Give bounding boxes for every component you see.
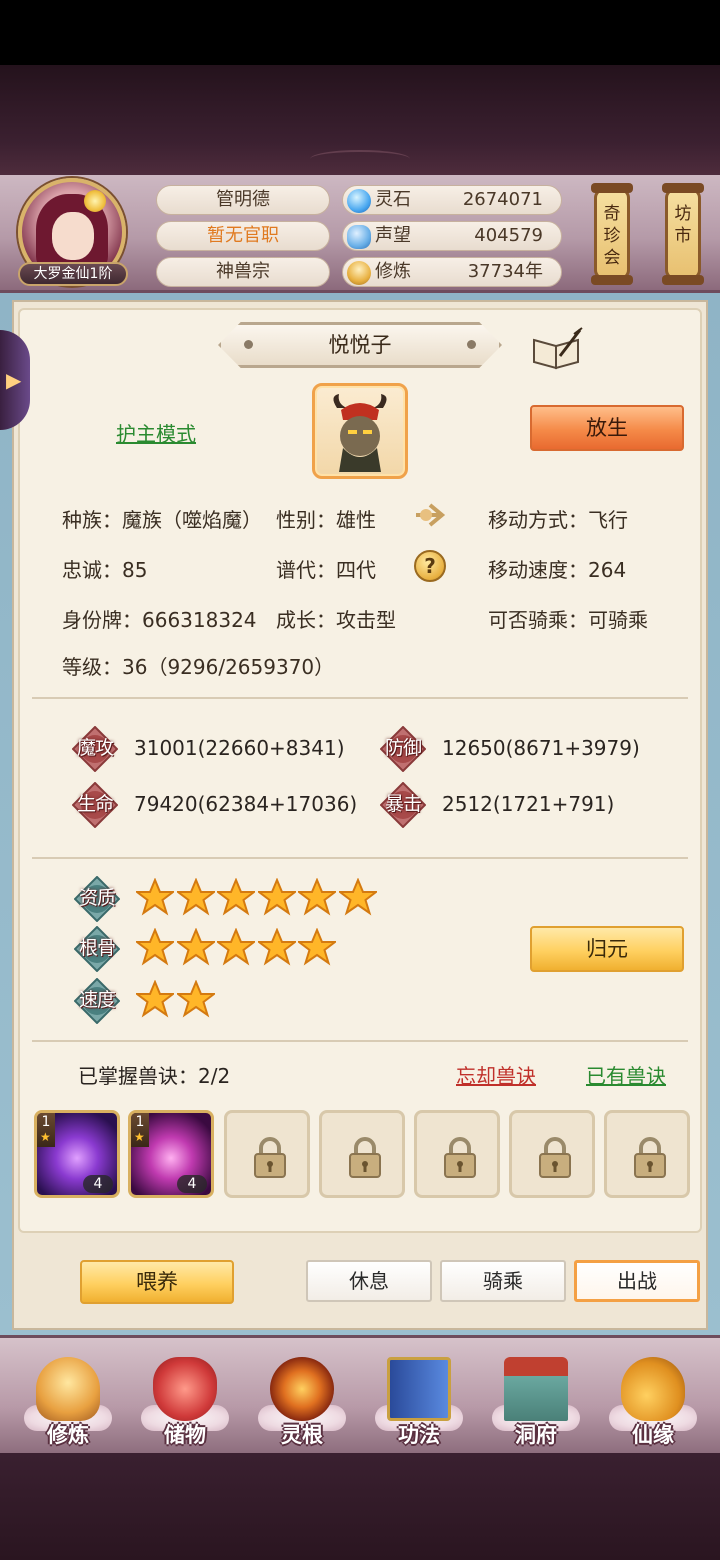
reputation-icon: [347, 225, 371, 249]
forget-skill-link[interactable]: 忘却兽诀: [456, 1060, 536, 1089]
pet-race: 种族：魔族（噬焰魔）: [62, 508, 262, 532]
return-origin-button[interactable]: 归元: [530, 926, 684, 972]
pet-name-title: 悦悦子: [218, 322, 502, 368]
divider: [32, 1040, 688, 1042]
pet-loyalty: 忠诚：85: [62, 558, 148, 582]
official-post: 暂无官职: [156, 221, 330, 251]
ride-button[interactable]: 骑乘: [440, 1260, 566, 1302]
guard-mode-link[interactable]: 护主模式: [116, 418, 196, 447]
rest-button[interactable]: 休息: [306, 1260, 432, 1302]
star-icon: [136, 928, 174, 966]
treasure-fair-lantern[interactable]: 奇珍会: [591, 183, 633, 285]
pet-move-type: 移动方式：飞行: [488, 508, 628, 532]
bottom-band: [0, 1453, 720, 1560]
help-icon[interactable]: ?: [414, 550, 446, 582]
pet-id-tag: 身份牌：666318324: [62, 608, 257, 632]
player-sect: 神兽宗: [156, 257, 330, 287]
rank-badge: 大罗金仙1阶: [18, 262, 128, 286]
locked-skill-slot[interactable]: [604, 1110, 690, 1198]
pet-level: 等级：36（9296/2659370）: [62, 655, 335, 679]
star-icon: [257, 928, 296, 966]
star-icon: [136, 980, 174, 1018]
locked-skill-slot[interactable]: [509, 1110, 595, 1198]
feed-button[interactable]: 喂养: [80, 1260, 234, 1304]
status-bar: [0, 0, 720, 65]
critical-value: 2512(1721+791): [442, 792, 615, 816]
owned-skills-link[interactable]: 已有兽诀: [586, 1060, 666, 1089]
star-icon: [217, 928, 255, 966]
star-icon: [257, 878, 296, 916]
divider: [32, 697, 688, 699]
spirit-root-icon: [270, 1357, 334, 1421]
star-icon: [338, 878, 377, 916]
star-icon: [217, 878, 255, 916]
cultivation-icon: [347, 261, 371, 285]
aptitude-badge: 资质: [74, 876, 120, 922]
resource-reputation: 声望 404579: [342, 221, 562, 251]
immortal-fate-icon: [621, 1357, 685, 1421]
star-icon: [176, 928, 215, 966]
star-icon: [136, 878, 174, 916]
nav-storage[interactable]: 储物: [135, 1345, 235, 1450]
locked-skill-slot[interactable]: [224, 1110, 310, 1198]
nav-technique[interactable]: 功法: [369, 1345, 469, 1450]
locked-skill-slot[interactable]: [414, 1110, 500, 1198]
defense-value: 12650(8671+3979): [442, 736, 640, 760]
lock-icon: [349, 1137, 381, 1178]
nav-immortal-fate[interactable]: 仙缘: [603, 1345, 703, 1450]
pet-portrait[interactable]: [312, 383, 408, 479]
cultivate-icon: [36, 1357, 100, 1421]
battle-button[interactable]: 出战: [574, 1260, 700, 1302]
star-icon: [176, 980, 215, 1018]
player-name: 管明德: [156, 185, 330, 215]
skill-slot-2[interactable]: 1 ★ 4: [128, 1110, 214, 1198]
pet-gender: 性别：雄性: [276, 508, 376, 532]
magic-attack-badge: 魔攻: [72, 726, 118, 772]
pet-move-speed: 移动速度：264: [488, 558, 627, 582]
nav-cave-dwelling[interactable]: 洞府: [486, 1345, 586, 1450]
lock-icon: [254, 1137, 286, 1178]
gender-arrow-icon[interactable]: [412, 500, 446, 530]
nav-cultivate[interactable]: 修炼: [18, 1345, 118, 1450]
pet-manual-book-icon[interactable]: [530, 326, 584, 370]
spirit-stone-icon: [347, 189, 371, 213]
star-icon: ★: [134, 1130, 145, 1144]
market-lantern[interactable]: 坊市: [662, 183, 704, 285]
pet-growth: 成长：攻击型: [276, 608, 396, 632]
star-icon: [298, 928, 336, 966]
arrow-right-icon: ▶: [6, 368, 22, 392]
skill-slot-1[interactable]: 1 ★ 4: [34, 1110, 120, 1198]
pet-generation: 谱代：四代: [276, 558, 376, 582]
lock-icon: [539, 1137, 571, 1178]
star-icon: ★: [40, 1130, 51, 1144]
health-badge: 生命: [72, 782, 118, 828]
cave-dwelling-icon: [504, 1357, 568, 1421]
lock-icon: [634, 1137, 666, 1178]
constitution-badge: 根骨: [74, 926, 120, 972]
top-decoration: [0, 65, 720, 175]
locked-skill-slot[interactable]: [319, 1110, 405, 1198]
resource-cultivation: 修炼 37734年: [342, 257, 562, 287]
resource-spirit-stone: 灵石 2674071: [342, 185, 562, 215]
technique-book-icon: [387, 1357, 451, 1421]
nav-spirit-root[interactable]: 灵根: [252, 1345, 352, 1450]
pet-rideable: 可否骑乘：可骑乘: [488, 608, 648, 632]
critical-badge: 暴击: [380, 782, 426, 828]
side-expand-tab[interactable]: ▶: [0, 330, 30, 430]
health-value: 79420(62384+17036): [134, 792, 358, 816]
star-icon: [298, 878, 336, 916]
skills-learned-count: 已掌握兽诀：2/2: [78, 1064, 231, 1088]
demon-pet-icon: [333, 394, 387, 472]
star-icon: [176, 878, 215, 916]
lock-icon: [444, 1137, 476, 1178]
storage-bag-icon: [153, 1357, 217, 1421]
release-button[interactable]: 放生: [530, 405, 684, 451]
speed-badge: 速度: [74, 978, 120, 1024]
divider: [32, 857, 688, 859]
magic-attack-value: 31001(22660+8341): [134, 736, 345, 760]
defense-badge: 防御: [380, 726, 426, 772]
